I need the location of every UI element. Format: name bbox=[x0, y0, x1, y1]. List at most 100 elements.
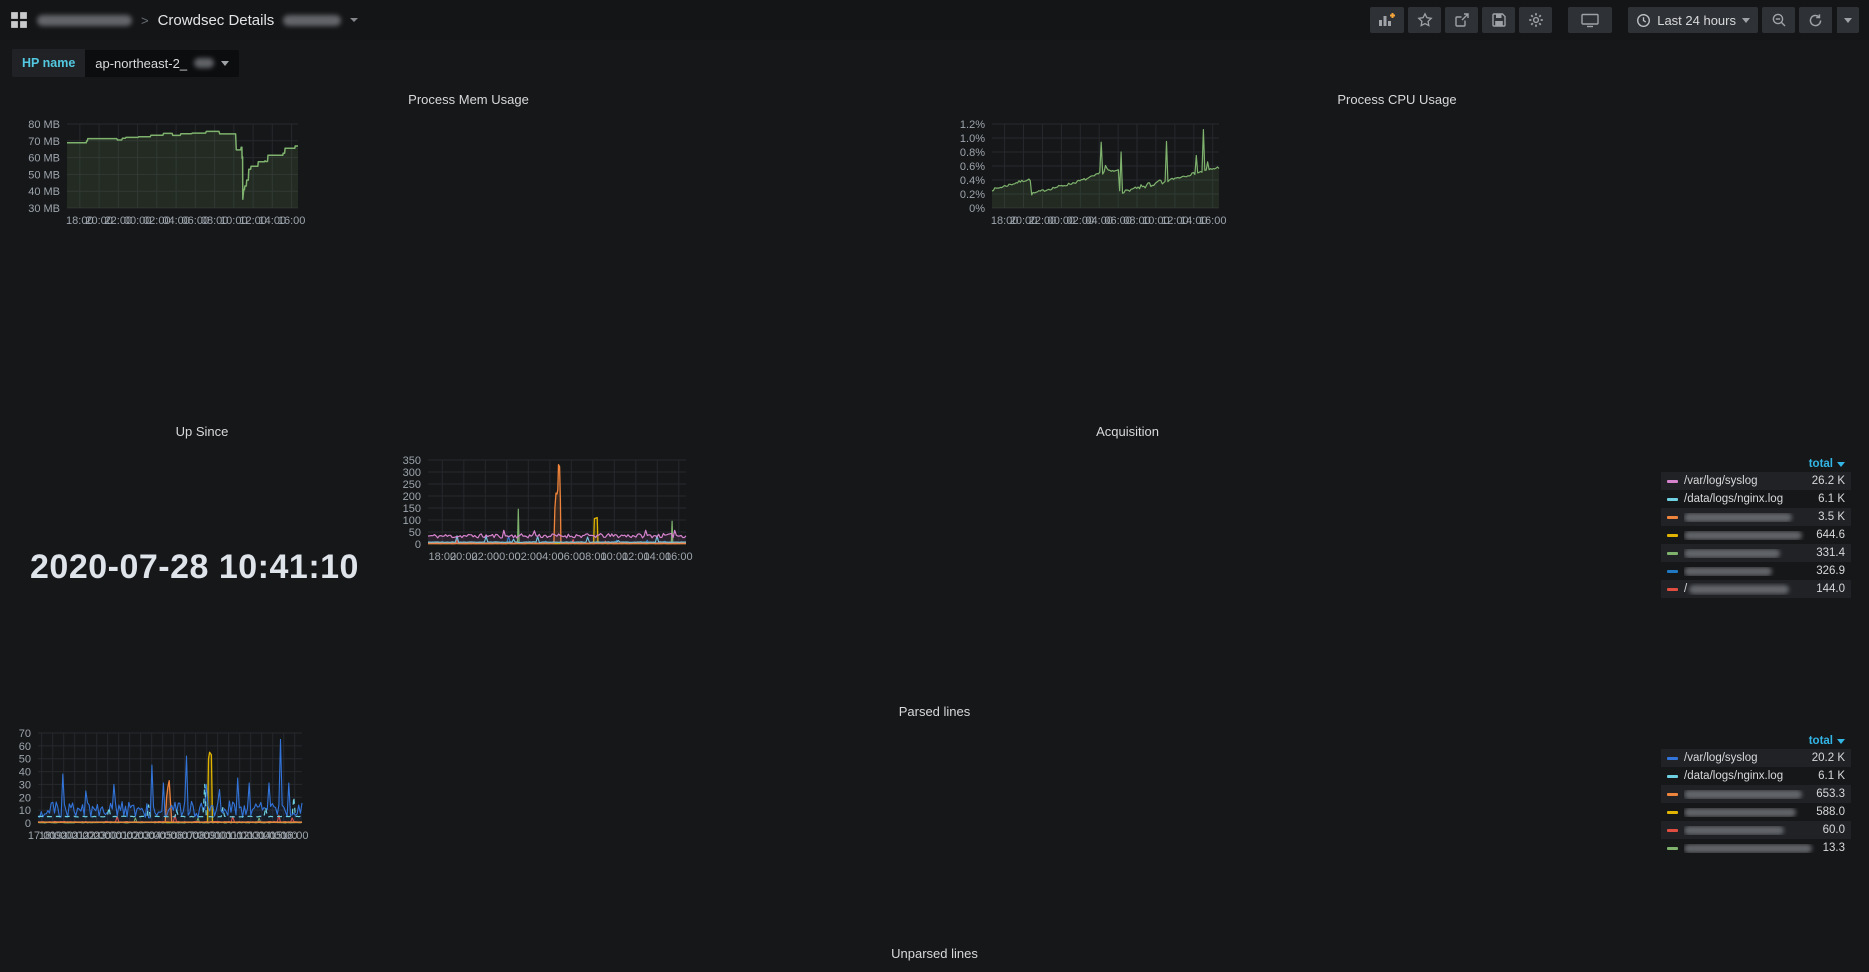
tv-icon bbox=[1580, 12, 1600, 28]
redacted-series-label bbox=[1684, 808, 1796, 817]
add-panel-button[interactable] bbox=[1370, 7, 1404, 33]
legend-row[interactable]: 644.6 bbox=[1661, 526, 1851, 544]
series-label[interactable]: /data/logs/nginx.log bbox=[1684, 493, 1818, 505]
svg-text:0: 0 bbox=[415, 539, 421, 551]
series-label[interactable] bbox=[1684, 531, 1816, 540]
series-color-swatch bbox=[1667, 498, 1678, 501]
time-range-picker[interactable]: Last 24 hours bbox=[1628, 7, 1758, 33]
legend-row[interactable]: 653.3 bbox=[1661, 785, 1851, 803]
series-label[interactable] bbox=[1684, 844, 1823, 853]
share-dashboard-button[interactable] bbox=[1445, 7, 1478, 33]
redacted-series-label bbox=[1684, 790, 1802, 799]
svg-text:80 MB: 80 MB bbox=[28, 119, 60, 131]
svg-text:1.0%: 1.0% bbox=[960, 133, 985, 145]
refresh-interval-dropdown[interactable] bbox=[1837, 7, 1859, 33]
series-label[interactable]: / bbox=[1684, 583, 1816, 595]
panel-title-parsed[interactable]: Parsed lines bbox=[12, 704, 1857, 719]
variable-value-redacted bbox=[194, 58, 214, 68]
series-color-swatch bbox=[1667, 811, 1678, 814]
series-color-swatch bbox=[1667, 775, 1678, 778]
series-label[interactable] bbox=[1684, 826, 1823, 835]
dashboard-settings-button[interactable] bbox=[1519, 7, 1552, 33]
series-total-value: 326.9 bbox=[1816, 565, 1845, 577]
svg-text:200: 200 bbox=[403, 491, 421, 503]
legend-row[interactable]: /144.0 bbox=[1661, 580, 1851, 598]
legend-sort-total[interactable]: total bbox=[1661, 733, 1851, 749]
star-icon bbox=[1417, 12, 1433, 28]
legend-row[interactable]: 331.4 bbox=[1661, 544, 1851, 562]
mem-usage-chart[interactable]: 80 MB70 MB60 MB50 MB40 MB30 MB18:0020:00… bbox=[12, 88, 312, 238]
series-label[interactable] bbox=[1684, 513, 1818, 522]
panel-acquisition: Acquisition 35030025020015010050018:0020… bbox=[398, 420, 1857, 692]
legend-sort-total[interactable]: total bbox=[1661, 456, 1851, 472]
series-color-swatch bbox=[1667, 793, 1678, 796]
refresh-button[interactable] bbox=[1799, 7, 1832, 33]
svg-text:16:00: 16:00 bbox=[665, 551, 693, 563]
series-color-swatch bbox=[1667, 552, 1678, 555]
svg-text:16:00: 16:00 bbox=[278, 215, 306, 227]
series-color-swatch bbox=[1667, 757, 1678, 760]
series-total-value: 653.3 bbox=[1816, 788, 1845, 800]
series-label[interactable]: /data/logs/nginx.log bbox=[1684, 770, 1818, 782]
legend-row[interactable]: /data/logs/nginx.log6.1 K bbox=[1661, 490, 1851, 508]
acquisition-legend: total/var/log/syslog26.2 K/data/logs/ngi… bbox=[1661, 456, 1851, 598]
breadcrumb-dashboard-title[interactable]: Crowdsec Details bbox=[158, 12, 275, 29]
svg-text:50: 50 bbox=[409, 527, 421, 539]
series-total-value: 144.0 bbox=[1816, 583, 1845, 595]
svg-text:150: 150 bbox=[403, 503, 421, 515]
panel-title-mem[interactable]: Process Mem Usage bbox=[12, 92, 925, 107]
series-total-value: 13.3 bbox=[1823, 842, 1845, 854]
breadcrumb-suffix-redacted bbox=[283, 15, 341, 26]
zoom-out-time-button[interactable] bbox=[1762, 7, 1795, 33]
panel-title-cpu[interactable]: Process CPU Usage bbox=[937, 92, 1857, 107]
series-label[interactable] bbox=[1684, 808, 1816, 817]
star-dashboard-button[interactable] bbox=[1408, 7, 1441, 33]
svg-text:100: 100 bbox=[403, 515, 421, 527]
series-color-swatch bbox=[1667, 588, 1678, 591]
apps-grid-icon[interactable] bbox=[10, 11, 28, 29]
series-color-swatch bbox=[1667, 570, 1678, 573]
acquisition-chart[interactable]: 35030025020015010050018:0020:0022:0000:0… bbox=[398, 420, 698, 570]
redacted-series-label bbox=[1684, 549, 1780, 558]
legend-row[interactable]: 588.0 bbox=[1661, 803, 1851, 821]
legend-row[interactable]: /data/logs/nginx.log6.1 K bbox=[1661, 767, 1851, 785]
svg-text:60 MB: 60 MB bbox=[28, 153, 60, 165]
panel-title-unparsed[interactable]: Unparsed lines bbox=[12, 946, 1857, 961]
dashboard-title-caret-icon[interactable] bbox=[350, 18, 358, 22]
variable-label: HP name bbox=[12, 49, 85, 77]
legend-row[interactable]: 3.5 K bbox=[1661, 508, 1851, 526]
legend-row[interactable]: 13.3 bbox=[1661, 839, 1851, 857]
navbar: > Crowdsec Details bbox=[0, 0, 1869, 40]
legend-row[interactable]: 326.9 bbox=[1661, 562, 1851, 580]
series-color-swatch bbox=[1667, 829, 1678, 832]
legend-row[interactable]: 60.0 bbox=[1661, 821, 1851, 839]
save-icon bbox=[1491, 12, 1507, 28]
legend-row[interactable]: /var/log/syslog26.2 K bbox=[1661, 472, 1851, 490]
series-label[interactable]: /var/log/syslog bbox=[1684, 752, 1812, 764]
series-total-value: 644.6 bbox=[1816, 529, 1845, 541]
parsed-lines-chart[interactable]: 70605040302010017:0018:0019:0020:0021:00… bbox=[12, 700, 312, 850]
series-label[interactable] bbox=[1684, 567, 1816, 576]
save-dashboard-button[interactable] bbox=[1482, 7, 1515, 33]
panel-process-mem-usage: Process Mem Usage 80 MB70 MB60 MB50 MB40… bbox=[12, 88, 925, 418]
panel-title-up-since[interactable]: Up Since bbox=[12, 424, 392, 439]
redacted-series-label bbox=[1684, 567, 1772, 576]
series-total-value: 6.1 K bbox=[1818, 770, 1845, 782]
series-label[interactable]: /var/log/syslog bbox=[1684, 475, 1812, 487]
series-label[interactable] bbox=[1684, 549, 1816, 558]
svg-text:70: 70 bbox=[19, 728, 31, 740]
breadcrumb-folder-redacted[interactable] bbox=[37, 15, 132, 26]
legend-row[interactable]: /var/log/syslog20.2 K bbox=[1661, 749, 1851, 767]
gear-icon bbox=[1528, 12, 1544, 28]
svg-text:30 MB: 30 MB bbox=[28, 203, 60, 215]
variable-value-dropdown[interactable]: ap-northeast-2_ bbox=[85, 50, 239, 77]
series-color-swatch bbox=[1667, 480, 1678, 483]
cpu-usage-chart[interactable]: 1.2%1.0%0.8%0.6%0.4%0.2%0%18:0020:0022:0… bbox=[937, 88, 1237, 238]
panel-title-acquisition[interactable]: Acquisition bbox=[398, 424, 1857, 439]
svg-text:30: 30 bbox=[19, 779, 31, 791]
series-color-swatch bbox=[1667, 534, 1678, 537]
svg-text:0.6%: 0.6% bbox=[960, 161, 985, 173]
series-label[interactable] bbox=[1684, 790, 1816, 799]
svg-text:60: 60 bbox=[19, 741, 31, 753]
tv-mode-button[interactable] bbox=[1568, 7, 1612, 33]
